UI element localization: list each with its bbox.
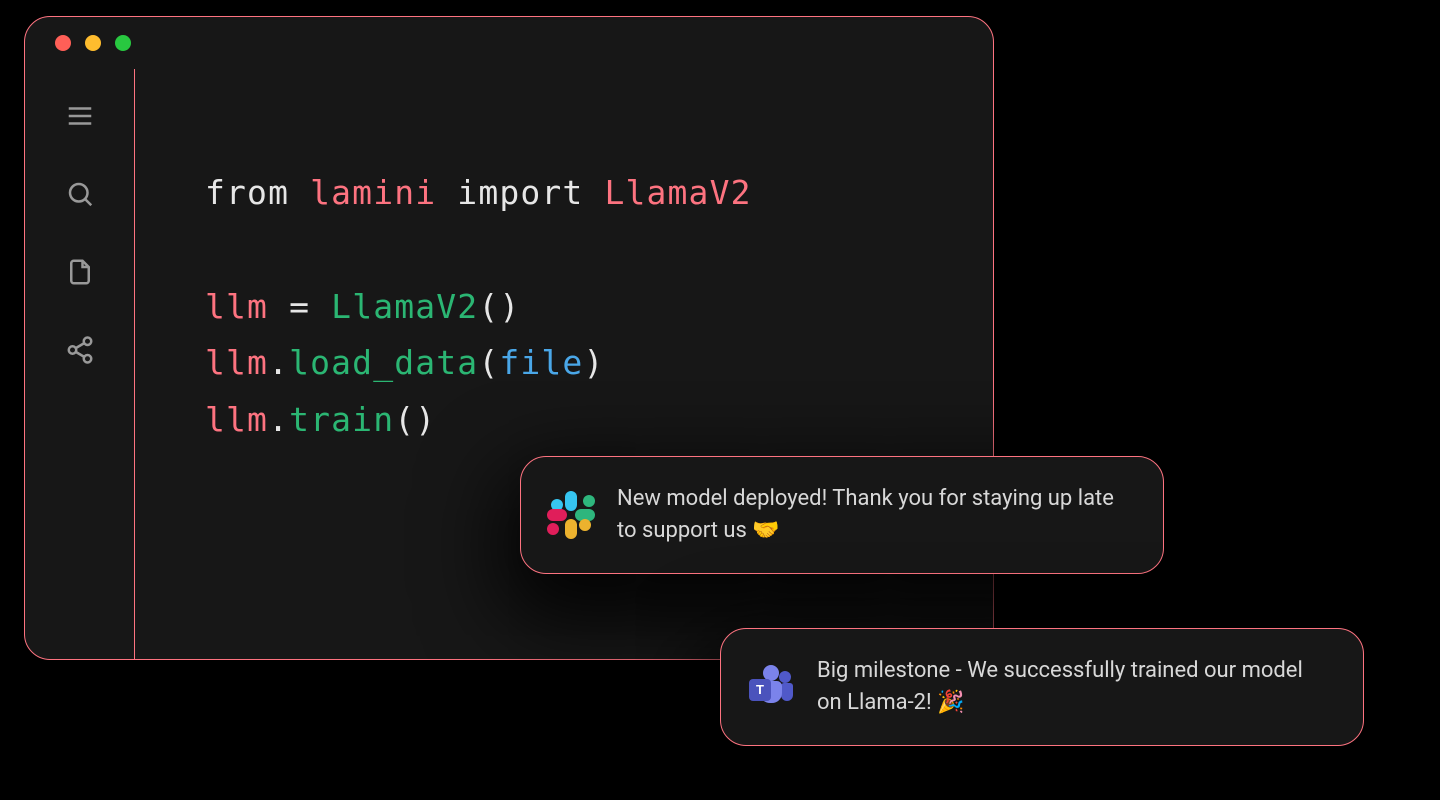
window-zoom-button[interactable]	[115, 35, 131, 51]
slack-icon	[547, 491, 595, 539]
lparen: (	[478, 343, 499, 382]
editor-sidebar	[25, 69, 135, 659]
dot: .	[268, 343, 289, 382]
menu-icon[interactable]	[65, 101, 95, 135]
window-close-button[interactable]	[55, 35, 71, 51]
notification-slack[interactable]: New model deployed! Thank you for stayin…	[520, 456, 1164, 574]
keyword-from: from	[205, 173, 289, 212]
method-load-data: load_data	[289, 343, 478, 382]
teams-icon: T	[747, 663, 795, 711]
var-llm: llm	[205, 287, 268, 326]
notification-text: Big milestone - We successfully trained …	[817, 655, 1331, 719]
dot: .	[268, 400, 289, 439]
keyword-import: import	[457, 173, 583, 212]
parens: ()	[478, 287, 520, 326]
rparen: )	[583, 343, 604, 382]
notification-teams[interactable]: T Big milestone - We successfully traine…	[720, 628, 1364, 746]
constructor-call: LlamaV2	[331, 287, 478, 326]
arg-file: file	[499, 343, 583, 382]
var-llm: llm	[205, 400, 268, 439]
var-llm: llm	[205, 343, 268, 382]
window-minimize-button[interactable]	[85, 35, 101, 51]
equals: =	[289, 287, 310, 326]
import-symbol: LlamaV2	[604, 173, 751, 212]
notification-text: New model deployed! Thank you for stayin…	[617, 483, 1131, 547]
file-icon[interactable]	[65, 257, 95, 291]
search-icon[interactable]	[65, 179, 95, 213]
window-titlebar	[25, 17, 993, 69]
method-train: train	[289, 400, 394, 439]
share-icon[interactable]	[65, 335, 95, 369]
module-name: lamini	[310, 173, 436, 212]
teams-tile-letter: T	[749, 679, 771, 701]
parens: ()	[394, 400, 436, 439]
